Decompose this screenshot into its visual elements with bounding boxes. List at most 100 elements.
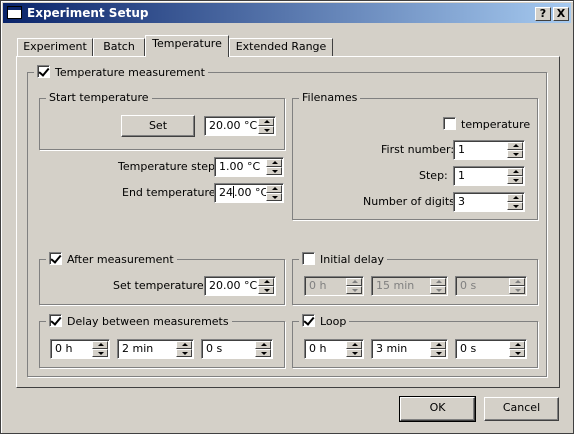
temperature-tab-panel: Temperature measurement Start temperatur…: [16, 56, 560, 388]
filename-temperature-label: temperature: [461, 118, 531, 131]
start-temperature-title: Start temperature: [46, 91, 152, 105]
temperature-step-spinbox[interactable]: 1.00 °C: [214, 157, 284, 177]
spin-up-icon[interactable]: [507, 142, 523, 150]
spin-up-icon[interactable]: [258, 278, 274, 286]
initial-delay-label: Initial delay: [320, 253, 384, 266]
step-label: Step:: [419, 169, 448, 182]
initial-delay-toggle[interactable]: Initial delay: [299, 252, 387, 267]
set-temperature-spinbox[interactable]: 20.00 °C: [204, 276, 276, 296]
spin-down-icon[interactable]: [92, 349, 108, 357]
initial-delay-hours-spinbox: 0 h: [304, 276, 364, 296]
tab-experiment[interactable]: Experiment: [17, 38, 93, 57]
initial-delay-minutes-spinbox: 15 min: [371, 276, 448, 296]
loop-seconds-spinbox[interactable]: 0 s: [455, 339, 527, 359]
help-button[interactable]: ?: [535, 7, 551, 21]
filenames-title: Filenames: [299, 91, 361, 105]
first-number-value: 1: [458, 143, 465, 156]
delay-between-hours-value: 0 h: [55, 342, 73, 355]
spin-down-icon[interactable]: [255, 349, 271, 357]
loop-label: Loop: [320, 315, 347, 328]
spin-down-icon[interactable]: [258, 286, 274, 294]
end-temperature-value: 24.00 °C: [219, 186, 268, 199]
spin-up-icon[interactable]: [255, 341, 271, 349]
spin-down-icon: [346, 286, 362, 294]
temperature-step-label: Temperature step:: [118, 160, 219, 173]
set-temperature-label: Set temperature:: [113, 279, 208, 292]
after-measurement-group: After measurement Set temperature: 20.00…: [39, 252, 285, 305]
spin-down-icon[interactable]: [507, 176, 523, 184]
loop-hours-value: 0 h: [309, 342, 327, 355]
delay-between-minutes-spinbox[interactable]: 2 min: [117, 339, 194, 359]
spin-down-icon[interactable]: [509, 349, 525, 357]
after-measurement-toggle[interactable]: After measurement: [46, 252, 177, 267]
close-button[interactable]: X: [553, 7, 569, 21]
spin-up-icon[interactable]: [509, 341, 525, 349]
tab-extended-range[interactable]: Extended Range: [229, 38, 333, 57]
loop-minutes-value: 3 min: [376, 342, 408, 355]
tab-batch[interactable]: Batch: [93, 38, 145, 57]
loop-checkbox[interactable]: [302, 314, 315, 327]
initial-delay-checkbox[interactable]: [302, 252, 315, 265]
delay-between-label: Delay between measuremets: [67, 315, 229, 328]
start-temperature-spinbox[interactable]: 20.00 °C: [204, 116, 276, 136]
window-icon: [7, 6, 22, 19]
number-of-digits-spinbox[interactable]: 3: [453, 192, 525, 212]
delay-between-checkbox[interactable]: [49, 314, 62, 327]
start-temperature-value: 20.00 °C: [209, 119, 258, 132]
number-of-digits-label: Number of digits:: [363, 195, 459, 208]
spin-down-icon[interactable]: [266, 167, 282, 175]
first-number-spinbox[interactable]: 1: [453, 140, 525, 160]
loop-minutes-spinbox[interactable]: 3 min: [371, 339, 448, 359]
spin-up-icon[interactable]: [92, 341, 108, 349]
delay-between-seconds-spinbox[interactable]: 0 s: [201, 339, 273, 359]
spin-down-icon[interactable]: [430, 349, 446, 357]
first-number-label: First number:: [381, 143, 455, 156]
spin-down-icon[interactable]: [346, 349, 362, 357]
title-bar[interactable]: Experiment Setup ? X: [3, 3, 571, 23]
experiment-setup-window: Experiment Setup ? X Experiment Batch Te…: [0, 0, 574, 434]
delay-between-seconds-value: 0 s: [206, 342, 223, 355]
ok-button[interactable]: OK: [399, 396, 476, 422]
spin-up-icon[interactable]: [266, 159, 282, 167]
spin-up-icon[interactable]: [507, 168, 523, 176]
spin-up-icon[interactable]: [176, 341, 192, 349]
temperature-measurement-checkbox[interactable]: [37, 65, 50, 78]
cancel-button[interactable]: Cancel: [484, 397, 559, 421]
spin-down-icon[interactable]: [507, 202, 523, 210]
step-spinbox[interactable]: 1: [453, 166, 525, 186]
end-temperature-value-head: 24: [219, 186, 233, 199]
spin-down-icon[interactable]: [176, 349, 192, 357]
initial-delay-seconds-spinbox: 0 s: [455, 276, 527, 296]
spin-up-icon[interactable]: [346, 341, 362, 349]
end-temperature-spinbox[interactable]: 24.00 °C: [214, 183, 284, 203]
temperature-measurement-toggle[interactable]: Temperature measurement: [34, 65, 208, 80]
spin-down-icon[interactable]: [258, 126, 274, 134]
set-start-temperature-button[interactable]: Set: [121, 115, 195, 137]
tab-temperature[interactable]: Temperature: [145, 35, 229, 57]
spin-up-icon[interactable]: [430, 341, 446, 349]
loop-seconds-value: 0 s: [460, 342, 477, 355]
spin-down-icon[interactable]: [266, 193, 282, 201]
spin-up-icon[interactable]: [266, 185, 282, 193]
after-measurement-checkbox[interactable]: [49, 252, 62, 265]
end-temperature-label: End temperature:: [122, 186, 220, 199]
set-temperature-value: 20.00 °C: [209, 279, 258, 292]
spin-up-icon[interactable]: [258, 118, 274, 126]
delay-between-hours-spinbox[interactable]: 0 h: [50, 339, 110, 359]
temperature-step-value: 1.00 °C: [219, 160, 261, 173]
spin-up-icon: [430, 278, 446, 286]
spin-up-icon: [346, 278, 362, 286]
filenames-group: Filenames temperature First number: 1 St…: [292, 91, 538, 220]
start-temperature-group: Start temperature Set 20.00 °C: [39, 91, 285, 150]
loop-hours-spinbox[interactable]: 0 h: [304, 339, 364, 359]
delay-between-toggle[interactable]: Delay between measuremets: [46, 314, 232, 329]
filename-temperature-toggle[interactable]: temperature: [443, 117, 530, 131]
after-measurement-label: After measurement: [67, 253, 174, 266]
initial-delay-minutes-value: 15 min: [376, 279, 415, 292]
spin-down-icon[interactable]: [507, 150, 523, 158]
delay-between-group: Delay between measuremets 0 h 2 min 0 s: [39, 314, 285, 368]
filename-temperature-checkbox[interactable]: [443, 117, 456, 130]
spin-down-icon: [509, 286, 525, 294]
loop-toggle[interactable]: Loop: [299, 314, 350, 329]
spin-up-icon[interactable]: [507, 194, 523, 202]
